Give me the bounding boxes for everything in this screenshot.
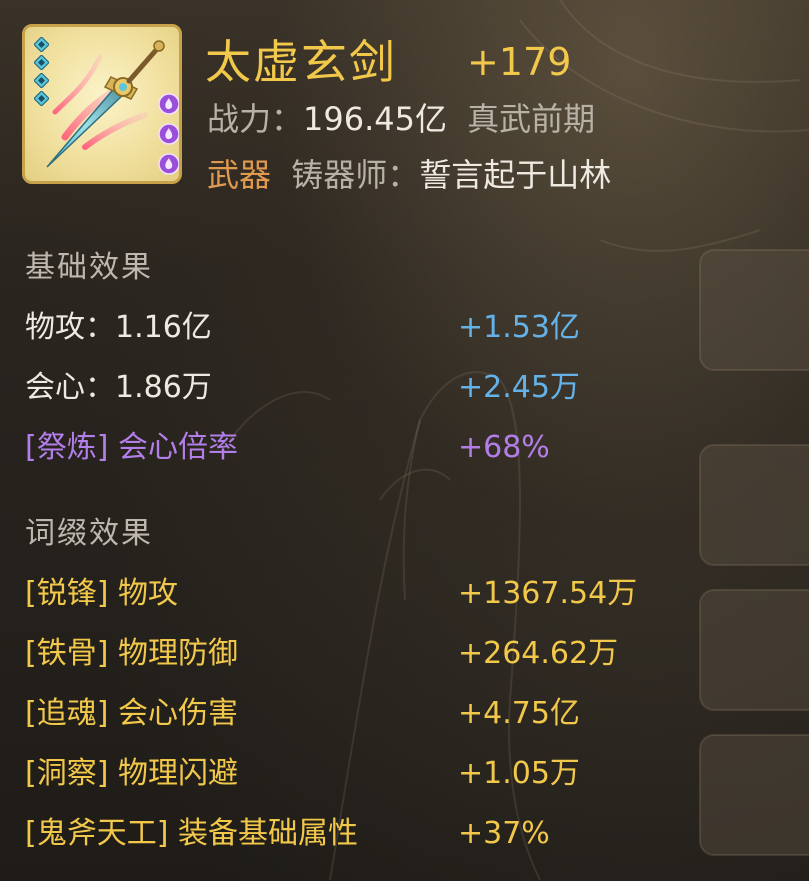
base-effects-title: 基础效果: [25, 250, 153, 285]
affix-stat-row: [追魂] 会心伤害 +4.75亿: [25, 690, 785, 738]
affix-value: +37%: [458, 816, 550, 851]
affix-stat-row: [鬼斧天工] 装备基础属性 +37%: [25, 810, 785, 858]
stat-label: 会心：1.86万: [25, 370, 212, 405]
affix-label: [锐锋] 物攻: [25, 576, 178, 611]
gem-slot-icon: [34, 37, 49, 52]
stat-value: +1.53亿: [458, 310, 580, 345]
gem-slot-icon: [34, 55, 49, 70]
item-name: 太虚玄剑: [205, 35, 397, 89]
item-type: 武器: [207, 156, 272, 194]
item-enhance-level: +179: [467, 40, 572, 84]
affix-label: [鬼斧天工] 装备基础属性: [25, 816, 358, 851]
smith-name: 誓言起于山林: [419, 156, 612, 194]
affix-stat-row: [铁骨] 物理防御 +264.62万: [25, 630, 785, 678]
affix-label: [追魂] 会心伤害: [25, 696, 238, 731]
affix-effects-title: 词缀效果: [25, 516, 153, 551]
item-icon-frame[interactable]: [22, 24, 182, 184]
spirit-orb-icon: [158, 153, 179, 175]
stat-value: +2.45万: [458, 370, 580, 405]
base-stat-row: 物攻：1.16亿 +1.53亿: [25, 304, 785, 352]
item-tooltip-panel: 太虚玄剑 +179 战力：196.45亿 真武前期 武器 铸器师：誓言起于山林 …: [0, 0, 809, 881]
spirit-orb-icon: [158, 123, 179, 145]
stat-label: 物攻：1.16亿: [25, 310, 212, 345]
smith-label: 铸器师：: [291, 156, 420, 194]
stat-value: +68%: [458, 430, 550, 465]
type-line: 武器 铸器师：誓言起于山林: [207, 152, 611, 198]
gem-slot-icon: [34, 91, 49, 106]
affix-value: +1.05万: [458, 756, 580, 791]
affix-stat-row: [洞察] 物理闪避 +1.05万: [25, 750, 785, 798]
affix-value: +4.75亿: [458, 696, 580, 731]
affix-stat-row: [锐锋] 物攻 +1367.54万: [25, 570, 785, 618]
stat-label: [祭炼] 会心倍率: [25, 430, 238, 465]
base-stat-row: 会心：1.86万 +2.45万: [25, 364, 785, 412]
power-line: 战力：196.45亿 真武前期: [207, 96, 595, 142]
affix-value: +1367.54万: [458, 576, 638, 611]
affix-value: +264.62万: [458, 636, 619, 671]
power-value: 196.45亿: [303, 100, 447, 138]
power-label: 战力：: [207, 100, 304, 138]
base-stat-row: [祭炼] 会心倍率 +68%: [25, 424, 785, 472]
spirit-orb-icon: [158, 93, 179, 115]
realm-label: 真武前期: [467, 100, 596, 138]
affix-label: [铁骨] 物理防御: [25, 636, 238, 671]
affix-label: [洞察] 物理闪避: [25, 756, 238, 791]
gem-slot-icon: [34, 73, 49, 88]
